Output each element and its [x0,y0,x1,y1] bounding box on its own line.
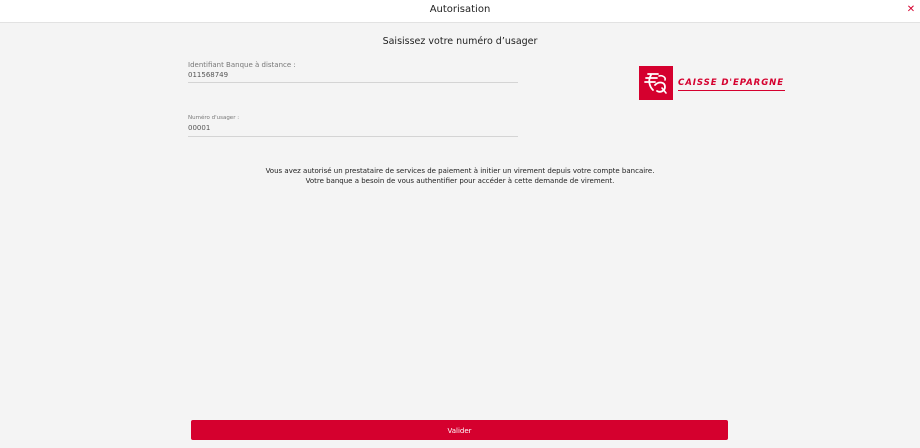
remote-banking-id-value[interactable]: 011568749 [188,70,518,80]
squirrel-logo-icon [639,66,673,100]
user-number-field[interactable]: Numéro d'usager : 00001 [188,115,518,137]
user-number-label: Numéro d'usager : [188,115,240,121]
info-line-2: Votre banque a besoin de vous authentifi… [305,177,615,185]
remote-banking-id-field[interactable]: Identifiant Banque à distance : 01156874… [188,61,518,83]
info-text: Vous avez autorisé un prestataire de ser… [0,166,920,186]
close-icon[interactable]: ✕ [905,3,917,17]
caisse-epargne-logo: CAISSE D'EPARGNE [639,66,787,100]
info-line-1: Vous avez autorisé un prestataire de ser… [265,167,655,175]
user-number-input[interactable]: 00001 [188,123,518,133]
window-title: Autorisation [429,4,491,15]
logo-text: CAISSE D'EPARGNE [678,78,785,88]
title-bar: Autorisation ✕ [0,0,920,23]
logo-underline [678,90,785,91]
remote-banking-id-label: Identifiant Banque à distance : [188,61,296,69]
page-subtitle: Saisissez votre numéro d’usager [382,36,538,47]
validate-button[interactable]: Valider [191,420,728,440]
